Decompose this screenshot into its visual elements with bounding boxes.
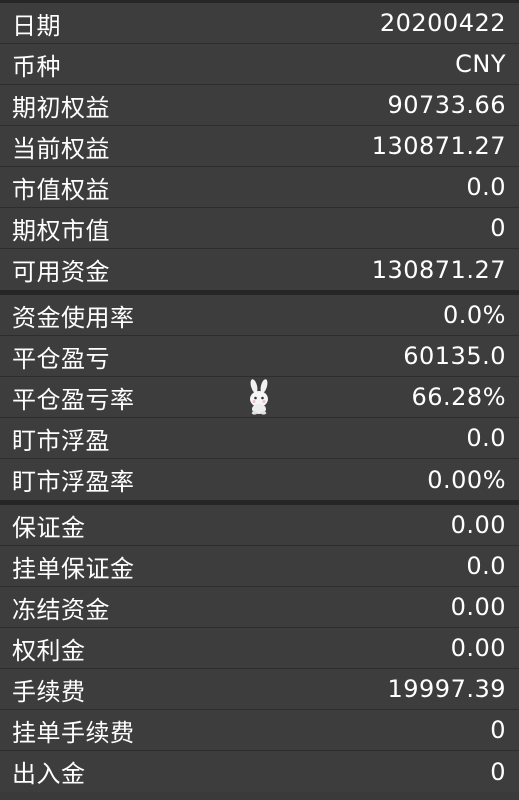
row-option-market-value: 期权市值 0 xyxy=(0,208,519,249)
row-pending-order-commission: 挂单手续费 0 xyxy=(0,710,519,751)
row-value: 90733.66 xyxy=(387,91,506,119)
row-label: 可用资金 xyxy=(12,258,110,286)
row-margin: 保证金 0.00 xyxy=(0,505,519,546)
row-label: 出入金 xyxy=(12,760,86,788)
row-label: 期初权益 xyxy=(12,93,110,122)
row-value: CNY xyxy=(455,50,506,78)
row-value: 0.0 xyxy=(466,552,506,580)
rabbit-icon xyxy=(250,379,268,415)
row-label: 权利金 xyxy=(12,636,86,665)
row-value: 130871.27 xyxy=(371,255,506,284)
row-opening-equity: 期初权益 90733.66 xyxy=(0,85,519,126)
row-value: 0.00 xyxy=(450,634,506,662)
row-label: 平仓盈亏 xyxy=(12,344,110,373)
row-value: 0 xyxy=(490,214,506,242)
row-label: 冻结资金 xyxy=(12,595,110,624)
row-value: 0.00 xyxy=(450,593,506,621)
row-closed-pnl: 平仓盈亏 60135.0 xyxy=(0,336,519,377)
row-closed-pnl-rate: 平仓盈亏率 66.28% xyxy=(0,377,519,418)
row-pending-order-margin: 挂单保证金 0.0 xyxy=(0,546,519,587)
row-value: 0 xyxy=(490,757,506,786)
row-label: 盯市浮盈 xyxy=(12,426,110,455)
row-fund-usage-rate: 资金使用率 0.0% xyxy=(0,295,519,336)
row-value: 0.00% xyxy=(427,465,506,494)
row-date: 日期 20200422 xyxy=(0,3,519,44)
account-summary-group: 日期 20200422 币种 CNY 期初权益 90733.66 当前权益 13… xyxy=(0,3,519,290)
row-mark-to-market-pnl-rate: 盯市浮盈率 0.00% xyxy=(0,459,519,500)
row-value: 19997.39 xyxy=(387,675,506,703)
row-available-funds: 可用资金 130871.27 xyxy=(0,249,519,290)
row-mark-to-market-pnl: 盯市浮盈 0.0 xyxy=(0,418,519,459)
row-label: 资金使用率 xyxy=(12,303,135,332)
row-label: 盯市浮盈率 xyxy=(12,468,135,496)
row-value: 0.0% xyxy=(443,301,506,329)
row-label: 期权市值 xyxy=(12,216,110,245)
row-label: 挂单保证金 xyxy=(12,554,135,583)
row-value: 0 xyxy=(490,716,506,744)
row-value: 130871.27 xyxy=(371,132,506,160)
row-label: 市值权益 xyxy=(12,175,110,204)
row-value: 66.28% xyxy=(411,383,506,411)
row-label: 币种 xyxy=(12,52,61,81)
row-value: 60135.0 xyxy=(403,342,506,370)
row-label: 挂单手续费 xyxy=(12,718,135,747)
row-value: 0.00 xyxy=(450,511,506,539)
row-value: 0.0 xyxy=(466,173,506,201)
row-label: 平仓盈亏率 xyxy=(12,385,135,414)
profit-loss-group: 资金使用率 0.0% 平仓盈亏 60135.0 平仓盈亏率 66.28% 盯市浮… xyxy=(0,295,519,500)
row-label: 手续费 xyxy=(12,677,86,706)
row-current-equity: 当前权益 130871.27 xyxy=(0,126,519,167)
row-market-value-equity: 市值权益 0.0 xyxy=(0,167,519,208)
row-frozen-funds: 冻结资金 0.00 xyxy=(0,587,519,628)
row-deposit-withdrawal: 出入金 0 xyxy=(0,751,519,792)
row-label: 保证金 xyxy=(12,513,86,542)
row-commission: 手续费 19997.39 xyxy=(0,669,519,710)
row-premium: 权利金 0.00 xyxy=(0,628,519,669)
row-label: 当前权益 xyxy=(12,134,110,163)
row-label: 日期 xyxy=(12,11,61,40)
row-value: 0.0 xyxy=(466,424,506,452)
row-value: 20200422 xyxy=(379,9,506,37)
row-currency: 币种 CNY xyxy=(0,44,519,85)
margin-fees-group: 保证金 0.00 挂单保证金 0.0 冻结资金 0.00 权利金 0.00 手续… xyxy=(0,505,519,792)
